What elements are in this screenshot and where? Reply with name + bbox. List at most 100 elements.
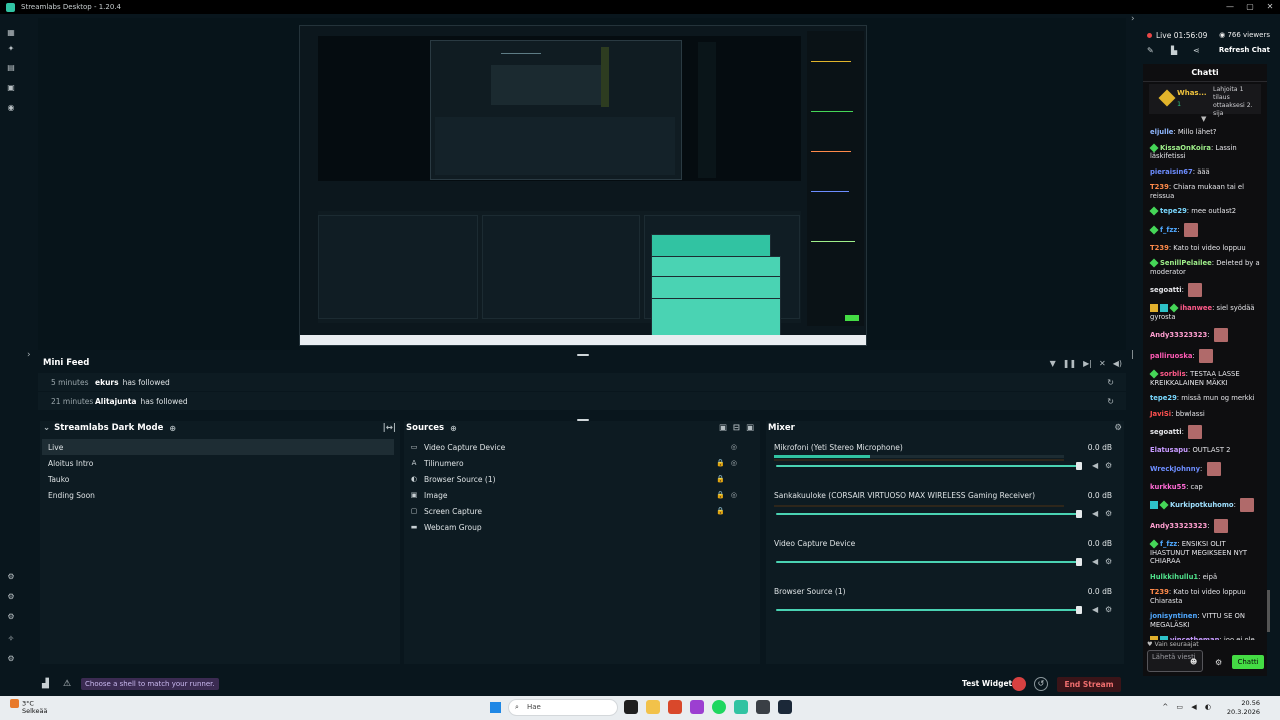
chat-username[interactable]: sorblis <box>1160 370 1186 378</box>
lock-icon[interactable]: 🔒 <box>716 459 725 467</box>
chat-username[interactable]: ihanwee <box>1180 304 1212 312</box>
stats-icon[interactable]: ▣ <box>6 83 16 93</box>
edit-icon[interactable]: ✎ <box>1147 46 1154 55</box>
scene-item[interactable]: Ending Soon <box>42 487 394 503</box>
repeat-alert-icon[interactable]: ↻ <box>1107 397 1114 406</box>
scene-item[interactable]: Live <box>42 439 394 455</box>
source-tools-icon[interactable]: ▣⊟▣ <box>719 423 760 433</box>
volume-slider[interactable] <box>776 561 1080 563</box>
pinned-leaderboard[interactable]: Whas... 1 Lahjoita 1 tilaus ottaaksesi 2… <box>1149 84 1261 117</box>
chat-username[interactable]: WreckJohnny <box>1150 465 1200 473</box>
skip-icon[interactable]: ▶| <box>1083 359 1092 368</box>
mute-icon[interactable]: ✕ <box>1099 359 1106 368</box>
source-item[interactable]: ▢ Screen Capture 🔒 <box>408 503 763 519</box>
scene-item[interactable]: Aloitus Intro <box>42 455 394 471</box>
chat-username[interactable]: SenillPelailee <box>1160 259 1212 267</box>
scene-collection-title[interactable]: Streamlabs Dark Mode <box>54 423 163 433</box>
repeat-alert-icon[interactable]: ↻ <box>1107 378 1114 387</box>
eye-icon[interactable]: ◎ <box>731 443 737 451</box>
lock-icon[interactable]: 🔒 <box>716 475 725 483</box>
cloudbot-icon[interactable]: ⚙ <box>6 612 16 622</box>
chat-username[interactable]: JaviSi <box>1150 410 1171 418</box>
replay-buffer-icon[interactable]: ↺ <box>1034 677 1048 691</box>
discord-icon[interactable] <box>690 700 704 714</box>
themes-icon[interactable]: ✦ <box>6 44 16 54</box>
chat-username[interactable]: T239 <box>1150 244 1169 252</box>
performance-icon[interactable]: ▟ <box>42 679 49 689</box>
filter-icon[interactable]: ▼ <box>1050 359 1056 368</box>
eye-icon[interactable]: ◎ <box>731 491 737 499</box>
source-item[interactable]: ▭ Video Capture Device ◎ <box>408 439 763 455</box>
weather-widget[interactable]: 3°C Selkeää <box>10 699 47 715</box>
share-icon[interactable]: ⋖ <box>1193 46 1200 55</box>
emote-picker-icon[interactable]: ☻ <box>1190 658 1197 666</box>
source-item[interactable]: A Tilinumero 🔒 ◎ <box>408 455 763 471</box>
browser-icon[interactable] <box>668 700 682 714</box>
system-tray[interactable]: ^ ▭ ◀ ◐ <box>1162 703 1214 711</box>
gear-icon[interactable]: ⚙ <box>1105 605 1112 614</box>
gear-icon[interactable]: ⚙ <box>1114 423 1122 433</box>
pin-icon[interactable]: ▙ <box>1171 46 1177 55</box>
send-chat-button[interactable]: Chatti <box>1232 655 1264 669</box>
chat-username[interactable]: Andy33323323 <box>1150 331 1207 339</box>
eye-icon[interactable]: ◎ <box>731 459 737 467</box>
slider-handle[interactable] <box>1076 558 1082 566</box>
chat-username[interactable]: segoatti <box>1150 286 1182 294</box>
editor-icon[interactable]: ▦ <box>6 28 16 38</box>
chat-username[interactable]: jonisyntinen <box>1150 612 1197 620</box>
source-item[interactable]: ◐ Browser Source (1) 🔒 <box>408 471 763 487</box>
game-icon[interactable] <box>756 700 770 714</box>
pause-icon[interactable]: ❚❚ <box>1063 359 1076 368</box>
highlighter-icon[interactable]: ⚙ <box>6 572 16 582</box>
gear-icon[interactable]: ⚙ <box>1105 461 1112 470</box>
divider-handle[interactable]: | <box>1131 350 1134 360</box>
speaker-icon[interactable]: ◀ <box>1092 557 1098 566</box>
gear-icon[interactable]: ⚙ <box>1105 509 1112 518</box>
minimize-button[interactable]: — <box>1220 0 1240 14</box>
windows-start-icon[interactable] <box>490 702 501 713</box>
gear-icon[interactable]: ⚙ <box>1105 557 1112 566</box>
chat-username[interactable]: pieraisin67 <box>1150 168 1193 176</box>
lock-icon[interactable]: 🔒 <box>716 507 725 515</box>
slider-handle[interactable] <box>1076 462 1082 470</box>
speaker-icon[interactable]: ◀ <box>1092 509 1098 518</box>
chevron-down-icon[interactable]: ⌄ <box>43 423 50 433</box>
gear-icon[interactable]: ⚙ <box>6 654 16 664</box>
chat-settings-icon[interactable]: ⚙ <box>1215 658 1222 667</box>
add-scene-icon[interactable]: ⊕ <box>169 424 176 433</box>
chat-username[interactable]: segoatti <box>1150 428 1182 436</box>
chat-username[interactable]: T239 <box>1150 183 1169 191</box>
chevron-right-icon[interactable]: › <box>27 350 31 360</box>
slider-handle[interactable] <box>1076 510 1082 518</box>
chat-username[interactable]: Hulkkihullu1 <box>1150 573 1198 581</box>
settings-icon[interactable]: ⚙ <box>6 592 16 602</box>
volume-slider[interactable] <box>776 513 1080 515</box>
chat-scrollbar[interactable] <box>1267 590 1270 632</box>
speaker-icon[interactable]: ◀ <box>1092 605 1098 614</box>
volume-slider[interactable] <box>776 609 1080 611</box>
volume-slider[interactable] <box>776 465 1080 467</box>
record-icon[interactable]: ◉ <box>6 103 16 113</box>
chat-username[interactable]: T239 <box>1150 588 1169 596</box>
slider-handle[interactable] <box>1076 606 1082 614</box>
record-button[interactable] <box>1012 677 1026 691</box>
chat-username[interactable]: Andy33323323 <box>1150 522 1207 530</box>
source-item[interactable]: ▬ Webcam Group <box>408 519 763 535</box>
spotify-icon[interactable] <box>712 700 726 714</box>
chat-username[interactable]: kurkku55 <box>1150 483 1186 491</box>
refresh-chat-button[interactable]: Refresh Chat <box>1219 46 1270 54</box>
chat-username[interactable]: Kurkipotkuhomo <box>1170 501 1234 509</box>
file-explorer-icon[interactable] <box>646 700 660 714</box>
chat-username[interactable]: f_fzz <box>1160 540 1177 548</box>
close-button[interactable]: ✕ <box>1260 0 1280 14</box>
maximize-button[interactable]: ▢ <box>1240 0 1260 14</box>
end-stream-button[interactable]: End Stream <box>1057 677 1121 692</box>
lock-icon[interactable]: 🔒 <box>716 491 725 499</box>
tools-icon[interactable]: ✧ <box>6 634 16 644</box>
chat-username[interactable]: KissaOnKoira <box>1160 144 1211 152</box>
store-icon[interactable]: ▤ <box>6 63 16 73</box>
chat-username[interactable]: Elatusapu <box>1150 446 1188 454</box>
taskbar-search[interactable]: Hae <box>508 699 618 716</box>
chat-username[interactable]: palliruoska <box>1150 352 1192 360</box>
test-widgets-button[interactable]: Test Widgets <box>962 679 1017 688</box>
